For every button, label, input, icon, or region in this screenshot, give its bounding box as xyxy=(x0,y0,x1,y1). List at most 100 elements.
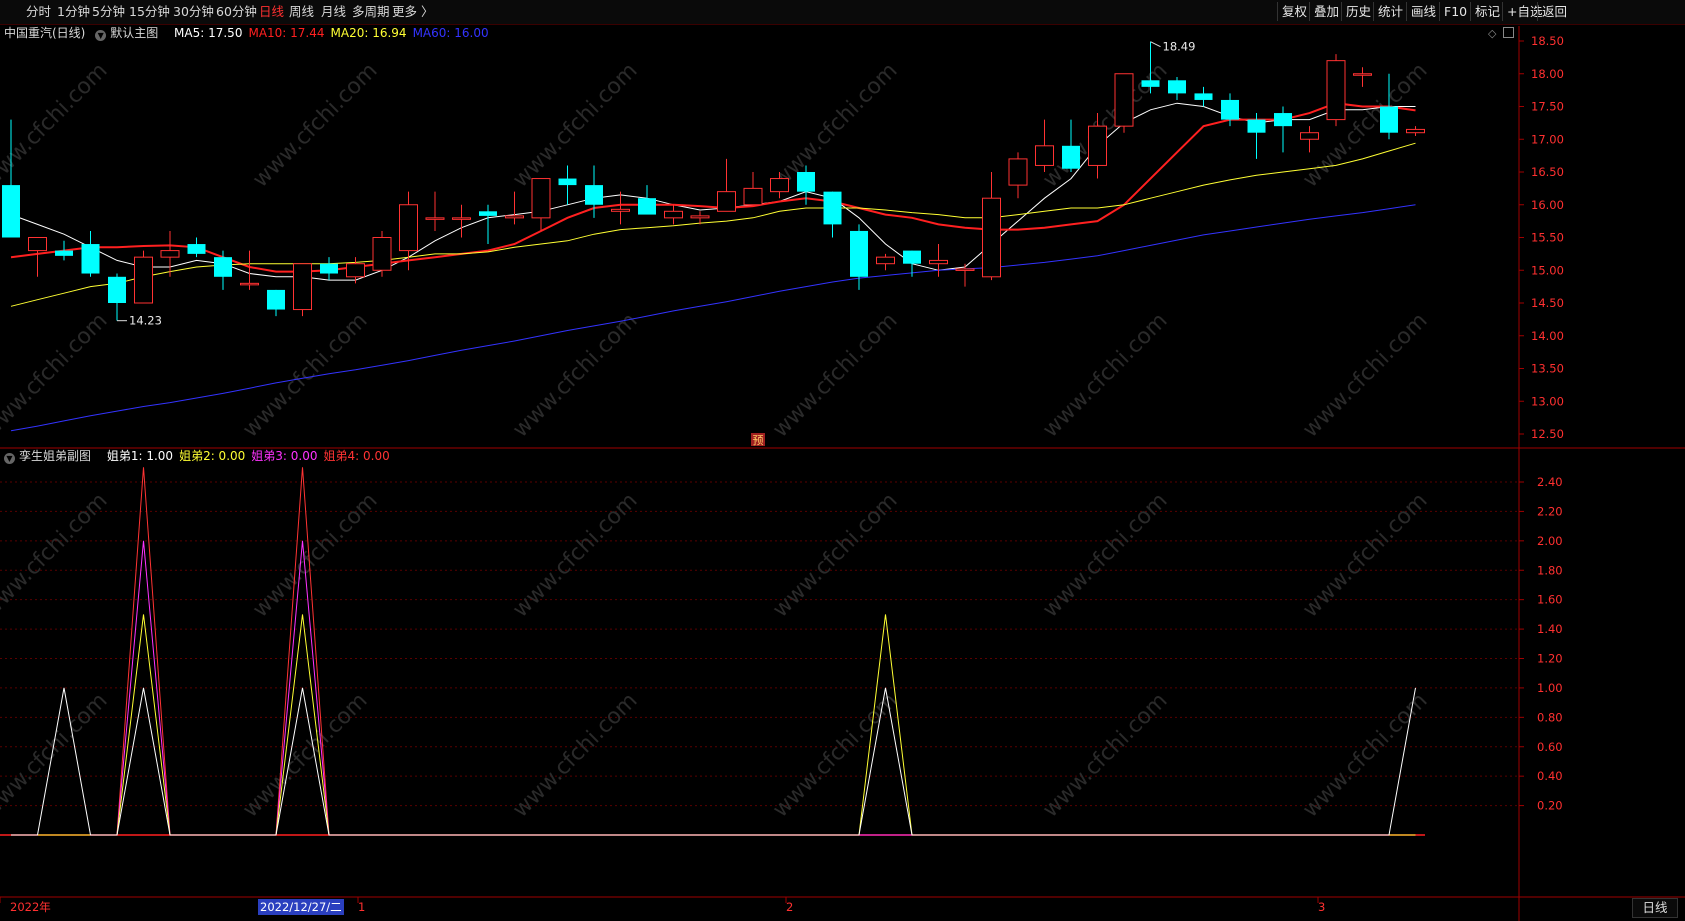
axis-month-3: 3 xyxy=(1318,900,1326,914)
sub-label-3: 姐弟4: 0.00 xyxy=(323,449,390,463)
candle-body xyxy=(160,250,180,258)
price-tick-label: 18.50 xyxy=(1531,34,1564,48)
candle-body xyxy=(558,178,577,186)
sub-tick-label: 1.00 xyxy=(1537,681,1563,695)
candle-body xyxy=(638,198,656,215)
ma-label-1: MA10: 17.44 xyxy=(248,26,325,40)
candle xyxy=(160,230,180,277)
ma-line-MA20 xyxy=(10,142,1416,307)
watermark-text: www.cfchi.com xyxy=(1038,308,1172,442)
price-tick-label: 13.00 xyxy=(1531,394,1564,408)
candle xyxy=(108,273,126,321)
sub-legend: 姐弟1: 1.00 姐弟2: 0.00 姐弟3: 0.00 姐弟4: 0.00 xyxy=(107,449,396,463)
candle-body xyxy=(876,256,895,265)
candle xyxy=(240,250,259,290)
watermark-text: www.cfchi.com xyxy=(1038,688,1172,822)
sub-line-姐弟2 xyxy=(11,614,1416,836)
watermark-text: www.cfchi.com xyxy=(0,488,113,622)
candle xyxy=(1300,126,1319,153)
candle-body xyxy=(372,237,392,271)
ma-line-MA5 xyxy=(10,102,1416,281)
sub-tick-label: 2.00 xyxy=(1537,534,1563,548)
candle-body xyxy=(134,256,153,304)
ma-label-3: MA60: 16.00 xyxy=(412,26,489,40)
panel-close-icon[interactable] xyxy=(1503,27,1514,38)
price-tick-label: 14.00 xyxy=(1531,329,1564,343)
ma-legend: MA5: 17.50 MA10: 17.44 MA20: 16.94 MA60: 16… xyxy=(174,26,495,40)
candle xyxy=(1274,106,1292,153)
chart-grid xyxy=(0,26,1685,921)
candle xyxy=(611,191,630,225)
candle-body xyxy=(346,263,365,278)
candle-body xyxy=(1247,119,1266,133)
watermark-text: www.cfchi.com xyxy=(1298,58,1432,192)
pre-marker-label: 预 xyxy=(753,434,764,447)
candle-body xyxy=(1168,80,1186,94)
watermark-text: www.cfchi.com xyxy=(1038,58,1172,192)
price-tick-label: 17.50 xyxy=(1531,100,1564,114)
candle xyxy=(425,191,445,231)
main-template-selector[interactable]: ▼ 默认主图 xyxy=(95,26,164,41)
sub-tick-label: 0.20 xyxy=(1537,799,1563,813)
ma-line-MA60 xyxy=(10,204,1416,432)
candle xyxy=(372,230,392,277)
candle xyxy=(531,178,551,231)
chevron-down-icon: ▼ xyxy=(4,453,15,464)
candle xyxy=(1062,119,1080,172)
candle-body xyxy=(1194,93,1213,100)
sub-label-1: 姐弟2: 0.00 xyxy=(179,449,246,463)
candle-body xyxy=(1035,145,1054,166)
watermark-text: www.cfchi.com xyxy=(1298,308,1432,442)
candle-body xyxy=(1008,158,1028,186)
candle xyxy=(1194,86,1213,107)
candle xyxy=(1035,119,1054,172)
candle-body xyxy=(531,178,551,219)
price-tick-label: 15.50 xyxy=(1531,231,1564,245)
candle xyxy=(1114,73,1134,133)
sub-tick-label: 1.40 xyxy=(1537,622,1563,636)
candle-body xyxy=(267,289,285,310)
candle xyxy=(28,237,47,277)
candle xyxy=(823,191,842,238)
high-marker-line xyxy=(1150,41,1161,48)
high-price-label: 18.49 xyxy=(1163,40,1196,54)
candle xyxy=(558,165,577,205)
candle-body xyxy=(903,250,921,264)
sub-tick-label: 0.60 xyxy=(1537,740,1563,754)
period-mode-button[interactable]: 日线 xyxy=(1632,898,1678,918)
candle xyxy=(955,263,975,287)
candle xyxy=(187,237,206,258)
price-tick-label: 15.00 xyxy=(1531,263,1564,277)
low-price-label: 14.23 xyxy=(129,314,162,328)
candle-body xyxy=(81,244,100,274)
candle-body xyxy=(1300,132,1319,140)
candle xyxy=(267,289,285,317)
price-tick-label: 16.50 xyxy=(1531,165,1564,179)
candle xyxy=(479,204,497,245)
axis-month-2: 2 xyxy=(786,900,794,914)
candle xyxy=(876,253,895,271)
candle-body xyxy=(187,244,206,254)
watermark-text: www.cfchi.com xyxy=(768,488,902,622)
sub-template-selector[interactable]: ▼ 孪生姐弟副图 xyxy=(4,449,97,464)
price-tick-label: 12.50 xyxy=(1531,427,1564,441)
candlestick-series: 18.49 14.23 预 xyxy=(2,40,1425,447)
candle xyxy=(452,204,471,238)
sub-tick-label: 0.40 xyxy=(1537,769,1563,783)
candle-body xyxy=(28,237,47,252)
settings-diamond-icon[interactable]: ◇ xyxy=(1488,27,1496,40)
candle-body xyxy=(240,282,259,286)
candle xyxy=(1247,113,1266,159)
sub-tick-label: 2.40 xyxy=(1537,475,1563,489)
candle-body xyxy=(1274,113,1292,127)
sub-tick-label: 1.60 xyxy=(1537,593,1563,607)
candle xyxy=(134,250,153,304)
candle-body xyxy=(399,204,418,252)
watermark-text: www.cfchi.com xyxy=(238,688,372,822)
cursor-date-label: 2022/12/27/二 xyxy=(258,899,344,915)
price-tick-label: 13.50 xyxy=(1531,362,1564,376)
watermark-layer: www.cfchi.com www.cfchi.com www.cfchi.com w… xyxy=(0,58,1433,822)
ma-label-2: MA20: 16.94 xyxy=(330,26,407,40)
candle-body xyxy=(1114,73,1134,127)
candle-body xyxy=(320,263,338,274)
